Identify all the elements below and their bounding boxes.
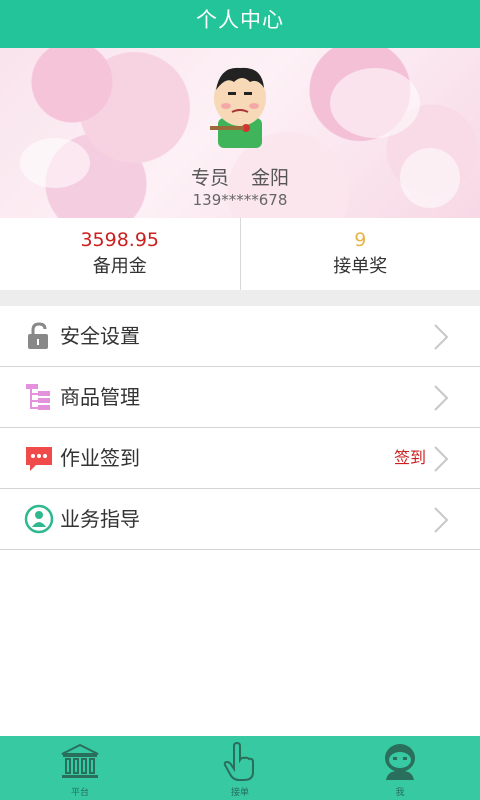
menu-item-checkin[interactable]: 作业签到 签到 (0, 428, 480, 489)
tab-me[interactable]: 我 (320, 736, 480, 800)
chevron-right-icon (434, 324, 449, 350)
menu-item-label: 业务指导 (60, 507, 140, 531)
tab-label: 我 (395, 788, 405, 798)
chevron-right-icon (434, 507, 449, 533)
menu-item-products[interactable]: 商品管理 (0, 367, 480, 428)
section-divider (0, 290, 480, 306)
profile-banner: 专员 金阳 139*****678 (0, 48, 480, 218)
profile-name: 专员 金阳 (0, 163, 480, 190)
settings-menu: 安全设置 商品管理 作业签到 签到 业务指导 (0, 306, 480, 550)
stat-value: 9 (354, 229, 367, 251)
page-title: 个人中心 (0, 0, 480, 48)
stats-panel: 3598.95 备用金 9 接单奖 (0, 218, 480, 290)
hand-pointer-icon (223, 742, 254, 781)
stat-order-bonus[interactable]: 9 接单奖 (239, 218, 480, 290)
menu-item-label: 安全设置 (60, 324, 140, 348)
bottom-tab-bar: 平台 接单 我 (0, 736, 480, 800)
stat-label: 备用金 (92, 256, 147, 277)
menu-item-guidance[interactable]: 业务指导 (0, 489, 480, 550)
guide-person-icon (24, 504, 54, 534)
product-tree-icon (26, 384, 50, 410)
menu-item-security[interactable]: 安全设置 (0, 306, 480, 367)
avatar[interactable] (200, 56, 280, 156)
chevron-right-icon (434, 446, 449, 472)
tab-orders[interactable]: 接单 (160, 736, 320, 800)
user-icon (385, 744, 415, 780)
stat-label: 接单奖 (333, 256, 388, 277)
menu-item-label: 作业签到 (60, 446, 140, 470)
tab-label: 平台 (70, 788, 89, 798)
chevron-right-icon (434, 385, 449, 411)
cartoon-avatar-icon (210, 67, 266, 148)
bank-icon (61, 743, 99, 778)
stat-reserve-fund[interactable]: 3598.95 备用金 (0, 218, 240, 290)
tab-label: 接单 (230, 788, 249, 798)
profile-role: 专员 (190, 167, 229, 189)
checkin-status[interactable]: 签到 (394, 428, 426, 488)
menu-item-label: 商品管理 (60, 385, 140, 409)
tab-platform[interactable]: 平台 (0, 736, 160, 800)
message-icon (26, 447, 52, 471)
profile-username: 金阳 (251, 167, 290, 189)
stat-value: 3598.95 (80, 229, 160, 251)
lock-icon (28, 322, 48, 349)
profile-phone: 139*****678 (192, 191, 288, 209)
